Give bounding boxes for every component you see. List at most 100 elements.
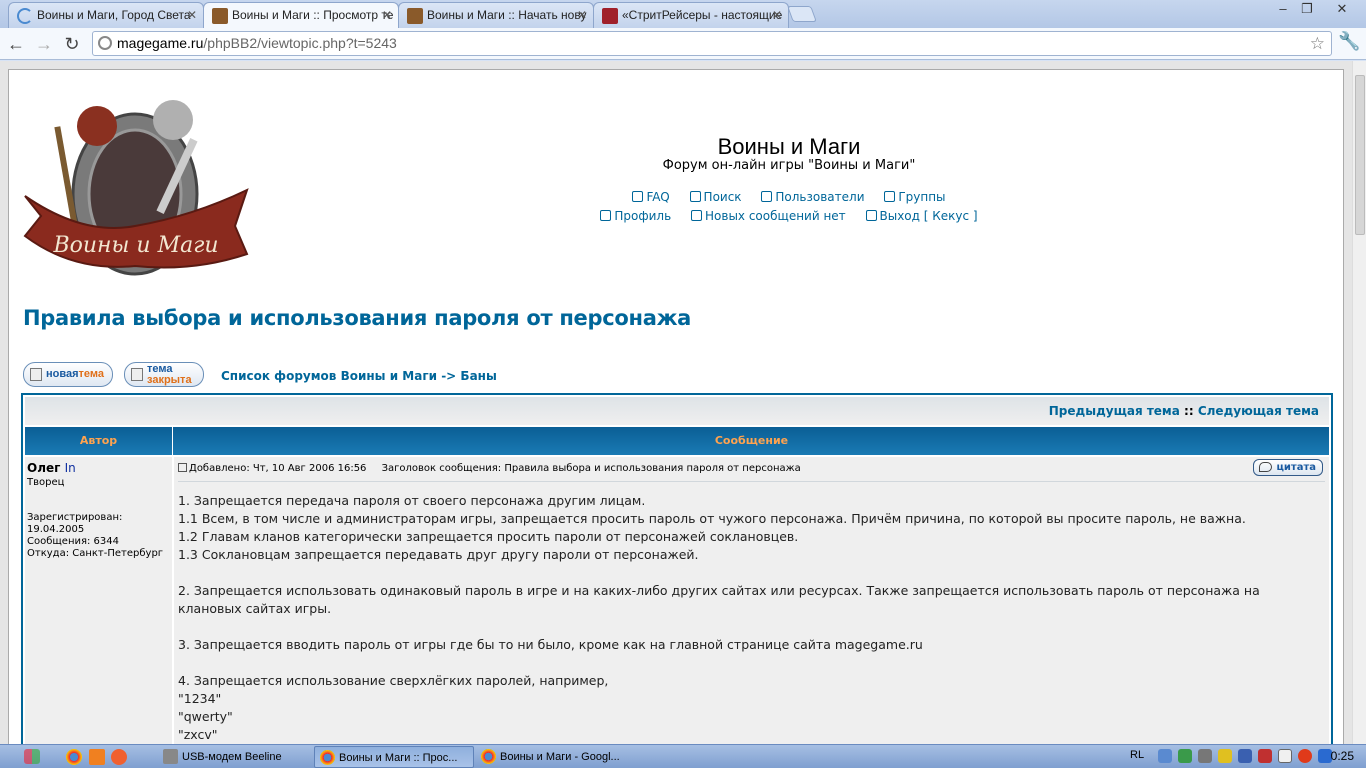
network-icon[interactable] [1158, 749, 1172, 763]
menu-profile[interactable]: Профиль [600, 209, 671, 223]
topic-title[interactable]: Правила выбора и использования пароля от… [23, 306, 691, 330]
maximize-button[interactable]: ❐ [1294, 0, 1320, 18]
quote-label: цитата [1276, 462, 1316, 473]
logo-text: Воины и Маги [52, 233, 218, 258]
close-icon[interactable]: ✕ [187, 3, 197, 27]
volume-icon[interactable] [1278, 749, 1292, 763]
forward-button[interactable]: → [32, 32, 56, 56]
post-table: Предыдущая тема :: Следующая тема Автор … [21, 393, 1333, 744]
vlc-quicklaunch-icon[interactable] [89, 749, 105, 765]
reload-button[interactable]: ↻ [60, 32, 84, 56]
menu-label: Группы [898, 190, 946, 204]
menu-label: Выход [ Кекус ] [879, 209, 978, 223]
address-bar[interactable]: magegame.ru/phpBB2/viewtopic.php?t=5243 … [92, 31, 1332, 56]
close-icon[interactable]: ✕ [577, 3, 587, 27]
taskbar-item-forum[interactable]: Воины и Маги :: Прос... [314, 746, 474, 768]
table-header: Автор Сообщение [25, 427, 1329, 455]
taskbar-item-usb-modem[interactable]: USB-модем Beeline [158, 746, 308, 768]
minimize-button[interactable]: – [1270, 0, 1296, 18]
warning-icon[interactable] [1298, 749, 1312, 763]
next-topic-link[interactable]: Следующая тема [1198, 404, 1319, 418]
chrome-icon [481, 749, 496, 764]
tab-strip: Воины и Маги, Город Света ✕ Воины и Маги… [0, 0, 1366, 29]
topic-nav-row: Предыдущая тема :: Следующая тема [25, 397, 1329, 425]
menu-groups[interactable]: Группы [884, 190, 946, 204]
author-username: Олег [27, 461, 61, 475]
shield-icon[interactable] [1218, 749, 1232, 763]
breadcrumb-forum-link[interactable]: Список форумов Воины и Маги [221, 369, 437, 383]
close-icon[interactable]: ✕ [382, 3, 392, 27]
post-author-cell: Олег In Творец Зарегистрирован: 19.04.20… [25, 457, 173, 744]
task-label: Воины и Маги - Googl... [500, 751, 620, 763]
post-line: 4. Запрещается использование сверхлёгких… [178, 673, 609, 688]
menu-members[interactable]: Пользователи [761, 190, 865, 204]
close-icon[interactable]: ✕ [772, 3, 782, 27]
wrench-menu-icon[interactable]: 🔧 [1338, 31, 1360, 52]
author-column-header: Автор [25, 427, 173, 455]
page-viewport: Воины и Маги Воины и Маги Форум он-лайн … [0, 61, 1366, 744]
author-registered: Зарегистрирован: 19.04.2005 [27, 512, 123, 535]
modem-icon [163, 749, 178, 764]
bookmark-star-icon[interactable]: ☆ [1310, 32, 1325, 55]
quote-button[interactable]: цитата [1253, 459, 1323, 476]
menu-logout[interactable]: Выход [ Кекус ] [865, 209, 978, 223]
faq-icon [632, 191, 644, 202]
breadcrumb-section-link[interactable]: Баны [460, 369, 496, 383]
post-line: "qwerty" [178, 709, 233, 724]
btn-part2: закрыта [147, 374, 192, 386]
post-line: 1.3 Соклановцам запрещается передавать д… [178, 547, 699, 562]
task-label: Воины и Маги :: Прос... [339, 752, 458, 764]
tab-streetracers[interactable]: «СтритРейсеры - настоящие ✕ [593, 2, 789, 28]
menu-new-messages[interactable]: Новых сообщений нет [691, 209, 846, 223]
loading-icon [17, 8, 33, 24]
menu-faq[interactable]: FAQ [632, 190, 670, 204]
taskbar-item-google[interactable]: Воины и Маги - Googl... [476, 746, 636, 768]
alert-icon[interactable] [1258, 749, 1272, 763]
btn-part2: тема [78, 368, 105, 380]
menu-search[interactable]: Поиск [689, 190, 742, 204]
topic-locked-button[interactable]: тема закрыта [124, 362, 204, 387]
clock[interactable]: 0:25 [1331, 749, 1354, 763]
tab-city-of-light[interactable]: Воины и Маги, Город Света ✕ [8, 2, 204, 28]
prev-topic-link[interactable]: Предыдущая тема [1049, 404, 1180, 418]
post-divider [178, 481, 1325, 482]
chrome-quicklaunch-icon[interactable] [66, 749, 82, 765]
windows-taskbar: USB-модем Beeline Воины и Маги :: Прос..… [0, 744, 1366, 768]
connection-icon[interactable] [1238, 749, 1252, 763]
search-icon [689, 191, 701, 202]
site-favicon-icon [212, 8, 228, 24]
author-name[interactable]: Олег In [27, 461, 170, 475]
language-indicator[interactable]: RL [1130, 749, 1144, 761]
update-icon[interactable] [1178, 749, 1192, 763]
new-tab-button[interactable] [787, 6, 817, 22]
page-scrollbar[interactable] [1352, 61, 1366, 744]
site-logo[interactable]: Воины и Маги [23, 86, 249, 282]
new-topic-button[interactable]: новаятема [23, 362, 114, 387]
close-window-button[interactable]: ✕ [1326, 0, 1358, 18]
profile-icon [600, 210, 612, 221]
author-location: Откуда: Санкт-Петербург [27, 548, 164, 559]
nav-separator: :: [1184, 404, 1194, 418]
system-tray: RL 0:25 [1124, 745, 1366, 768]
firefox-quicklaunch-icon[interactable] [111, 749, 127, 765]
post-gap [178, 654, 1325, 672]
logout-icon [865, 210, 877, 221]
streetracers-favicon-icon [602, 8, 618, 24]
groups-icon [884, 191, 896, 202]
chrome-icon [320, 750, 335, 765]
author-post-count: Сообщения: 6344 [27, 536, 120, 547]
back-button[interactable]: ← [4, 32, 28, 56]
tab-label: Воины и Маги, Город Света [37, 8, 191, 22]
members-icon [761, 191, 773, 202]
scrollbar-thumb[interactable] [1355, 75, 1365, 235]
post-line: "1234" [178, 691, 222, 706]
post-line: 1.2 Главам кланов категорически запрещае… [178, 529, 799, 544]
author-details: Зарегистрирован: 19.04.2005 Сообщения: 6… [27, 512, 170, 560]
tab-view-topic[interactable]: Воины и Маги :: Просмотр те ✕ [203, 2, 399, 29]
post-gap [178, 618, 1325, 636]
menu-label: Новых сообщений нет [705, 209, 846, 223]
modem-tray-icon[interactable] [1198, 749, 1212, 763]
start-button[interactable] [0, 745, 58, 768]
tab-new-topic[interactable]: Воины и Маги :: Начать нову ✕ [398, 2, 594, 28]
site-favicon-icon [407, 8, 423, 24]
